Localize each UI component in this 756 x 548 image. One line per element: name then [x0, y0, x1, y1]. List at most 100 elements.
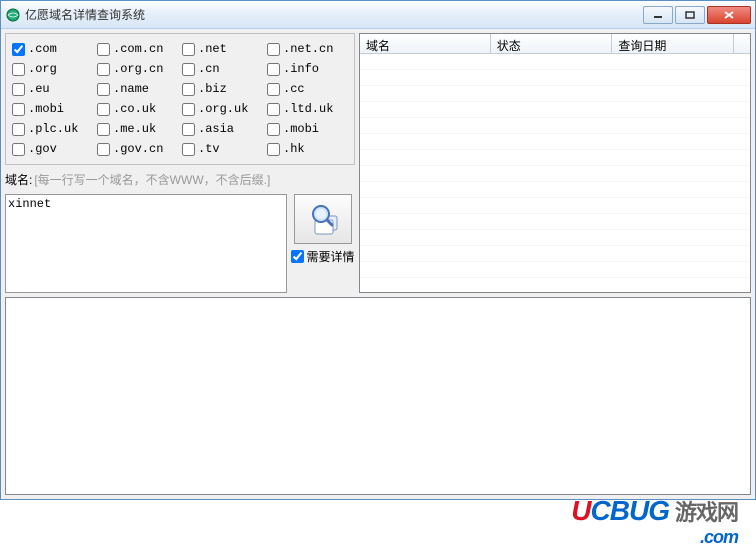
ext-checkbox[interactable] — [182, 143, 195, 156]
column-header-status[interactable]: 状态 — [491, 34, 613, 53]
ext-item[interactable]: .org.uk — [182, 102, 263, 116]
watermark: UCBUG游戏网 .com — [571, 495, 738, 548]
ext-checkbox[interactable] — [267, 143, 280, 156]
ext-checkbox[interactable] — [97, 123, 110, 136]
ext-checkbox[interactable] — [267, 103, 280, 116]
ext-checkbox[interactable] — [12, 103, 25, 116]
ext-label: .net — [198, 42, 227, 56]
ext-item[interactable]: .hk — [267, 142, 348, 156]
ext-item[interactable]: .com — [12, 42, 93, 56]
ext-item[interactable]: .gov.cn — [97, 142, 178, 156]
ext-checkbox[interactable] — [182, 103, 195, 116]
app-icon — [5, 7, 21, 23]
ext-item[interactable]: .cc — [267, 82, 348, 96]
ext-item[interactable]: .net.cn — [267, 42, 348, 56]
minimize-button[interactable] — [643, 6, 673, 24]
titlebar[interactable]: 亿愿域名详情查询系统 — [1, 1, 755, 29]
ext-checkbox[interactable] — [12, 83, 25, 96]
ext-checkbox[interactable] — [267, 83, 280, 96]
ext-item[interactable]: .eu — [12, 82, 93, 96]
search-button[interactable] — [294, 194, 352, 244]
column-header-date[interactable]: 查询日期 — [612, 34, 734, 53]
table-body[interactable] — [360, 54, 750, 292]
window-title: 亿愿域名详情查询系统 — [25, 6, 643, 23]
maximize-button[interactable] — [675, 6, 705, 24]
domain-hint: [每一行写一个域名，不含WWW，不含后缀.] — [34, 171, 270, 188]
close-button[interactable] — [707, 6, 751, 24]
watermark-cbug: CBUG — [591, 495, 669, 526]
ext-item[interactable]: .name — [97, 82, 178, 96]
ext-checkbox[interactable] — [97, 83, 110, 96]
ext-label: .plc.uk — [28, 122, 78, 136]
search-column: 需要详情 — [291, 194, 355, 293]
ext-checkbox[interactable] — [12, 143, 25, 156]
ext-checkbox[interactable] — [12, 63, 25, 76]
ext-item[interactable]: .plc.uk — [12, 122, 93, 136]
ext-label: .tv — [198, 142, 220, 156]
ext-item[interactable]: .co.uk — [97, 102, 178, 116]
ext-checkbox[interactable] — [182, 123, 195, 136]
results-table: 域名 状态 查询日期 — [359, 33, 751, 293]
ext-label: .cn — [198, 62, 220, 76]
top-row: .com .com.cn .net .net.cn .org .org.cn .cn .inf… — [5, 33, 751, 293]
left-pane: .com .com.cn .net .net.cn .org .org.cn .cn .inf… — [5, 33, 355, 293]
ext-checkbox[interactable] — [97, 103, 110, 116]
ext-checkbox[interactable] — [267, 123, 280, 136]
ext-label: .info — [283, 62, 319, 76]
ext-checkbox[interactable] — [97, 143, 110, 156]
ext-item[interactable]: .tv — [182, 142, 263, 156]
detail-checkbox-row[interactable]: 需要详情 — [291, 248, 354, 265]
domain-label: 域名: — [5, 171, 32, 188]
ext-label: .name — [113, 82, 149, 96]
ext-item[interactable]: .gov — [12, 142, 93, 156]
ext-checkbox[interactable] — [267, 63, 280, 76]
ext-item[interactable]: .mobi — [12, 102, 93, 116]
column-header-domain[interactable]: 域名 — [360, 34, 491, 53]
ext-label: .com — [28, 42, 57, 56]
ext-checkbox[interactable] — [182, 43, 195, 56]
ext-checkbox[interactable] — [267, 43, 280, 56]
watermark-text: 游戏网 — [675, 500, 738, 525]
ext-label: .hk — [283, 142, 305, 156]
domain-label-row: 域名: [每一行写一个域名，不含WWW，不含后缀.] — [5, 169, 355, 190]
ext-label: .mobi — [28, 102, 64, 116]
ext-item[interactable]: .com.cn — [97, 42, 178, 56]
ext-item[interactable]: .asia — [182, 122, 263, 136]
ext-checkbox[interactable] — [182, 63, 195, 76]
ext-label: .mobi — [283, 122, 319, 136]
watermark-suffix: .com — [571, 527, 738, 548]
ext-label: .com.cn — [113, 42, 163, 56]
ext-item[interactable]: .net — [182, 42, 263, 56]
ext-label: .cc — [283, 82, 305, 96]
ext-label: .gov.cn — [113, 142, 163, 156]
domain-textarea[interactable] — [5, 194, 287, 293]
ext-checkbox[interactable] — [12, 43, 25, 56]
ext-item[interactable]: .me.uk — [97, 122, 178, 136]
magnifier-icon — [305, 200, 341, 239]
ext-label: .org.cn — [113, 62, 163, 76]
ext-label: .org.uk — [198, 102, 248, 116]
ext-label: .ltd.uk — [283, 102, 333, 116]
watermark-u: U — [571, 495, 590, 526]
ext-item[interactable]: .cn — [182, 62, 263, 76]
ext-checkbox[interactable] — [12, 123, 25, 136]
ext-checkbox[interactable] — [97, 43, 110, 56]
window-controls — [643, 6, 751, 24]
client-area: .com .com.cn .net .net.cn .org .org.cn .cn .inf… — [1, 29, 755, 499]
ext-label: .biz — [198, 82, 227, 96]
ext-item[interactable]: .org.cn — [97, 62, 178, 76]
ext-checkbox[interactable] — [97, 63, 110, 76]
ext-item[interactable]: .org — [12, 62, 93, 76]
ext-item[interactable]: .info — [267, 62, 348, 76]
ext-label: .asia — [198, 122, 234, 136]
details-textarea[interactable] — [5, 297, 751, 495]
detail-checkbox[interactable] — [291, 250, 304, 263]
domain-input-row: 需要详情 — [5, 194, 355, 293]
detail-checkbox-label: 需要详情 — [306, 248, 354, 265]
ext-label: .me.uk — [113, 122, 156, 136]
main-window: 亿愿域名详情查询系统 .com .com.cn .net .net.cn .org .or… — [0, 0, 756, 500]
ext-checkbox[interactable] — [182, 83, 195, 96]
ext-item[interactable]: .mobi — [267, 122, 348, 136]
ext-item[interactable]: .biz — [182, 82, 263, 96]
ext-item[interactable]: .ltd.uk — [267, 102, 348, 116]
